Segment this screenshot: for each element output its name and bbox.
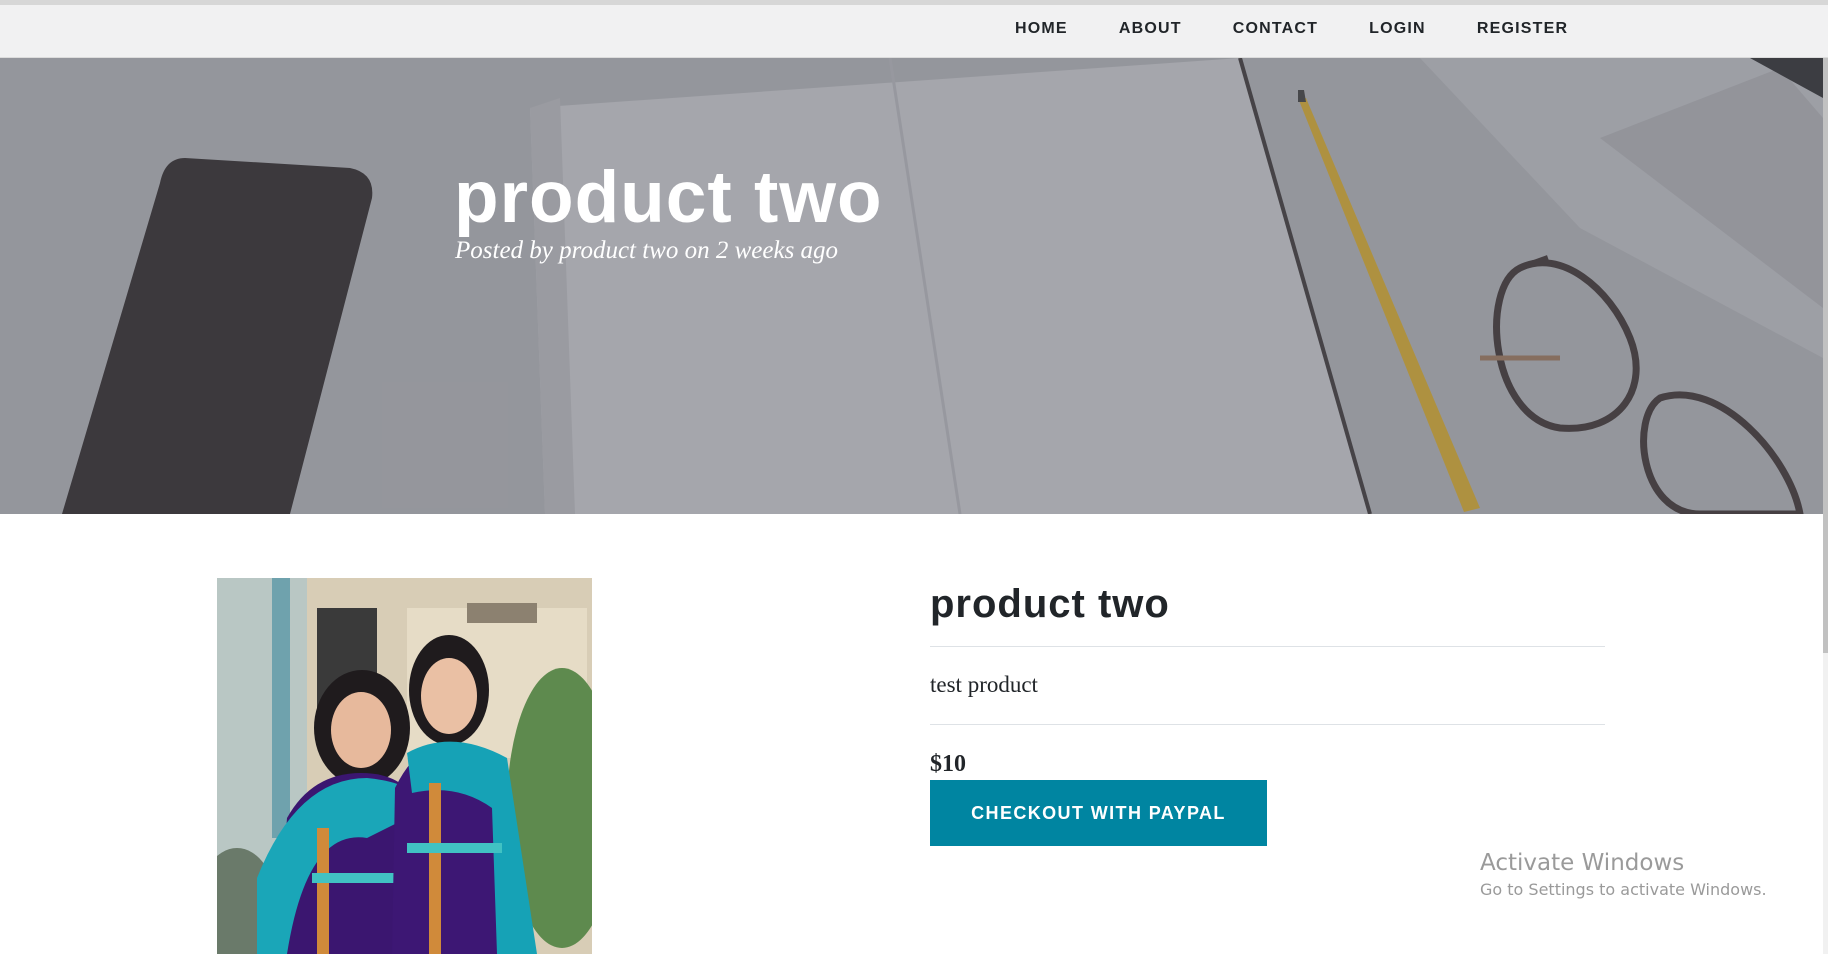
product-price: $10 [930, 751, 966, 777]
activate-windows-watermark: Activate Windows Go to Settings to activ… [1480, 848, 1767, 902]
scrollbar-thumb[interactable] [1823, 58, 1828, 653]
checkout-paypal-button[interactable]: CHECKOUT WITH PAYPAL [930, 780, 1267, 846]
nav-register-link[interactable]: REGISTER [1477, 20, 1568, 38]
product-image [217, 578, 592, 954]
divider [930, 724, 1605, 725]
hero-header: product two Posted by product two on 2 w… [0, 58, 1823, 514]
watermark-title: Activate Windows [1480, 850, 1685, 876]
watermark-subtitle: Go to Settings to activate Windows. [1480, 880, 1767, 899]
nav-links: HOME ABOUT CONTACT LOGIN REGISTER [1015, 5, 1619, 53]
nav-contact-link[interactable]: CONTACT [1233, 20, 1318, 38]
nav-about-link[interactable]: ABOUT [1119, 20, 1182, 38]
nav-login-link[interactable]: LOGIN [1369, 20, 1426, 38]
product-photo-drawing [217, 578, 592, 954]
hero-title: product two [454, 157, 883, 238]
product-title: product two [930, 582, 1170, 626]
post-meta: Posted by product two on 2 weeks ago [455, 237, 839, 264]
product-detail: product two test product $10 CHECKOUT WI… [930, 574, 1605, 846]
product-description: test product [930, 672, 1038, 697]
navbar: HOME ABOUT CONTACT LOGIN REGISTER [0, 5, 1828, 58]
hero-overlay [0, 58, 1823, 514]
nav-home-link[interactable]: HOME [1015, 20, 1068, 38]
